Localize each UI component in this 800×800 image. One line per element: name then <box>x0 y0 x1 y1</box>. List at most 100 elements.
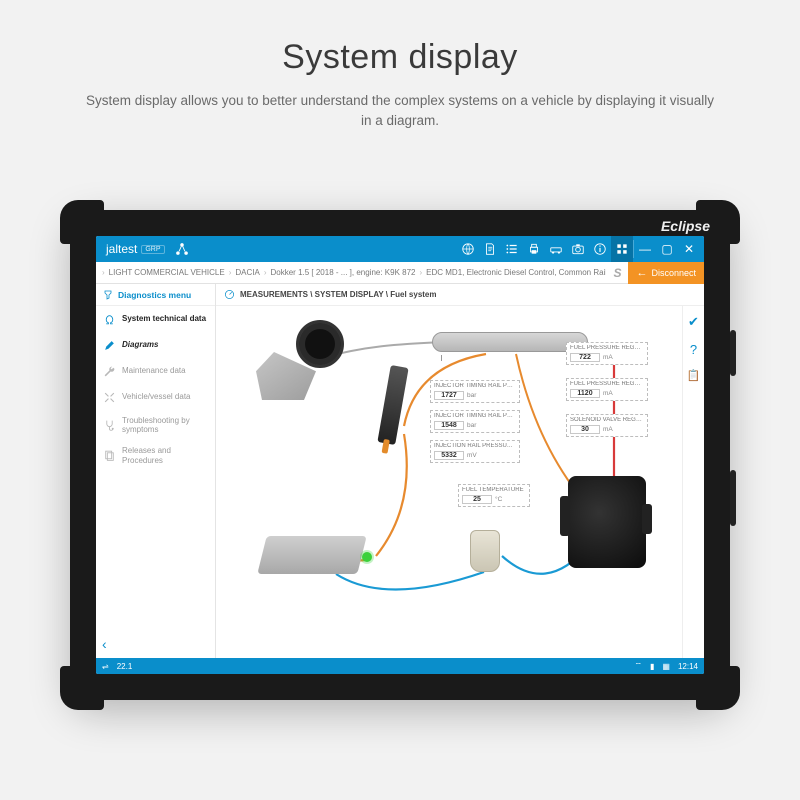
omega-icon <box>102 312 116 326</box>
app-topbar: jaltest GRP — ▢ ✕ <box>96 236 704 262</box>
sidebar-item-maintenance-data[interactable]: Maintenance data <box>96 358 215 384</box>
breadcrumb[interactable]: › LIGHT COMMERCIAL VEHICLE › DACIA › Dok… <box>96 268 606 277</box>
value-box-reg-current-1[interactable]: FUEL PRESSURE REGULATOR, CURRENT... 722m… <box>566 342 648 365</box>
value-unit: bar <box>467 422 476 429</box>
value-box-reg-current-2[interactable]: FUEL PRESSURE REGULATOR, CURRENT... 1120… <box>566 378 648 401</box>
value-label: FUEL PRESSURE REGULATOR, CURRENT... <box>570 381 644 387</box>
clock-label: 12:14 <box>678 662 698 671</box>
value-box-rail-sensor-voltage[interactable]: INJECTION RAIL PRESSURE SENSOR, SIGNAL V… <box>430 440 520 463</box>
help-icon[interactable]: ? <box>690 342 697 357</box>
sidebar-item-label: Diagrams <box>122 340 158 349</box>
usb-icon: ⇌ <box>102 662 109 671</box>
value-unit: mA <box>603 426 613 433</box>
diagram-status-led <box>362 552 372 562</box>
sidebar-back-button[interactable]: ‹ <box>96 630 215 658</box>
minimize-button[interactable]: — <box>634 242 656 256</box>
value-label: FUEL PRESSURE REGULATOR, CURRENT... <box>570 345 644 351</box>
document-icon[interactable] <box>479 236 501 262</box>
nodes-icon[interactable] <box>171 236 193 262</box>
wifi-icon: ⌔ <box>634 661 642 671</box>
sidebar-item-label: Releases and Procedures <box>122 446 209 464</box>
diagram-canvas[interactable]: INJECTOR TIMING RAIL PRESSURE 1727bar IN… <box>216 306 704 658</box>
diagram-part-fuel-filter[interactable] <box>470 530 500 572</box>
value-unit: mV <box>467 452 477 459</box>
sidebar-item-diagrams[interactable]: Diagrams <box>96 332 215 358</box>
battery-icon: ▮ <box>650 662 654 671</box>
diagram-part-gauge[interactable] <box>296 320 344 368</box>
wrench-icon <box>102 364 116 378</box>
content-area: MEASUREMENTS \ SYSTEM DISPLAY \ Fuel sys… <box>216 284 704 658</box>
value-unit: °C <box>495 496 502 503</box>
status-bar: ⇌ 22.1 ⌔ ▮ ▦ 12:14 <box>96 658 704 674</box>
docs-icon <box>102 449 116 463</box>
value-number: 1727 <box>434 391 464 400</box>
value-label: INJECTOR TIMING RAIL PRESSURE, NOMINAL V… <box>434 413 516 419</box>
sidebar-item-releases[interactable]: Releases and Procedures <box>96 440 215 470</box>
version-label: 22.1 <box>117 662 133 671</box>
gauge-icon <box>224 289 235 300</box>
print-icon[interactable] <box>523 236 545 262</box>
sidebar-item-label: Maintenance data <box>122 366 186 375</box>
sidebar-item-troubleshooting[interactable]: Troubleshooting by symptoms <box>96 410 215 440</box>
product-name: jaltest <box>106 242 137 256</box>
value-number: 5332 <box>434 451 464 460</box>
value-number: 1548 <box>434 421 464 430</box>
tools-icon <box>102 390 116 404</box>
crumb-seg[interactable]: EDC MD1, Electronic Diesel Control, Comm… <box>426 268 606 277</box>
right-toolstrip: ✔ ? 📋 <box>682 306 704 658</box>
sidebar-item-label: Vehicle/vessel data <box>122 392 191 401</box>
value-number: 25 <box>462 495 492 504</box>
value-unit: mA <box>603 390 613 397</box>
crumb-seg[interactable]: Dokker 1.5 [ 2018 - ... ], engine: K9K 8… <box>271 268 416 277</box>
pencil-icon <box>102 338 116 352</box>
crumb-seg[interactable]: DACIA <box>235 268 259 277</box>
apps-icon[interactable] <box>611 236 633 262</box>
device-brand: Eclipse <box>661 218 710 234</box>
value-number: 30 <box>570 425 600 434</box>
value-label: FUEL TEMPERATURE <box>462 487 526 493</box>
maximize-button[interactable]: ▢ <box>656 242 678 256</box>
sidebar-item-vehicle-data[interactable]: Vehicle/vessel data <box>96 384 215 410</box>
camera-icon[interactable] <box>567 236 589 262</box>
value-box-solenoid-current[interactable]: SOLENOID VALVE REGULATING THE AMO... 30m… <box>566 414 648 437</box>
steth-icon <box>102 418 116 432</box>
breadcrumb-row: › LIGHT COMMERCIAL VEHICLE › DACIA › Dok… <box>96 262 704 284</box>
main-area: Diagnostics menu System technical data D… <box>96 284 704 658</box>
value-label: INJECTOR TIMING RAIL PRESSURE <box>434 383 516 389</box>
value-box-rail-pressure[interactable]: INJECTOR TIMING RAIL PRESSURE 1727bar <box>430 380 520 403</box>
value-unit: bar <box>467 392 476 399</box>
value-box-rail-pressure-nominal[interactable]: INJECTOR TIMING RAIL PRESSURE, NOMINAL V… <box>430 410 520 433</box>
value-number: 722 <box>570 353 600 362</box>
info-icon[interactable] <box>589 236 611 262</box>
content-header: MEASUREMENTS \ SYSTEM DISPLAY \ Fuel sys… <box>216 284 704 306</box>
check-icon[interactable]: ✔ <box>688 314 699 330</box>
product-badge: GRP <box>141 245 164 254</box>
clipboard-icon[interactable]: 📋 <box>687 369 701 382</box>
vehicle-icon[interactable] <box>545 236 567 262</box>
value-unit: mA <box>603 354 613 361</box>
close-button[interactable]: ✕ <box>678 242 700 256</box>
diagram-part-fuel-tank[interactable] <box>257 536 366 574</box>
value-label: INJECTION RAIL PRESSURE SENSOR, SIGNAL V… <box>434 443 516 449</box>
crumb-seg[interactable]: LIGHT COMMERCIAL VEHICLE <box>109 268 225 277</box>
chevron-right-icon: › <box>264 268 267 277</box>
app-logo[interactable]: jaltest GRP <box>100 242 171 256</box>
chevron-right-icon: › <box>419 268 422 277</box>
list-icon[interactable] <box>501 236 523 262</box>
diagram-part-fuel-rail[interactable] <box>432 332 588 352</box>
value-box-fuel-temperature[interactable]: FUEL TEMPERATURE 25°C <box>458 484 530 507</box>
globe-icon[interactable] <box>457 236 479 262</box>
sidebar-item-label: System technical data <box>122 314 206 323</box>
disconnect-label: Disconnect <box>651 268 696 278</box>
value-number: 1120 <box>570 389 600 398</box>
sidebar-header-label: Diagnostics menu <box>118 290 191 300</box>
calendar-icon: ▦ <box>662 662 670 671</box>
page-subtitle: System display allows you to better unde… <box>80 91 720 132</box>
sidebar-header[interactable]: Diagnostics menu <box>96 284 215 306</box>
sidebar-item-system-technical-data[interactable]: System technical data <box>96 306 215 332</box>
chevron-right-icon: › <box>229 268 232 277</box>
content-title: MEASUREMENTS \ SYSTEM DISPLAY \ Fuel sys… <box>240 290 437 299</box>
chevron-right-icon: › <box>102 268 105 277</box>
diagram-part-hp-pump[interactable] <box>568 476 646 568</box>
disconnect-button[interactable]: ← Disconnect <box>628 262 704 284</box>
